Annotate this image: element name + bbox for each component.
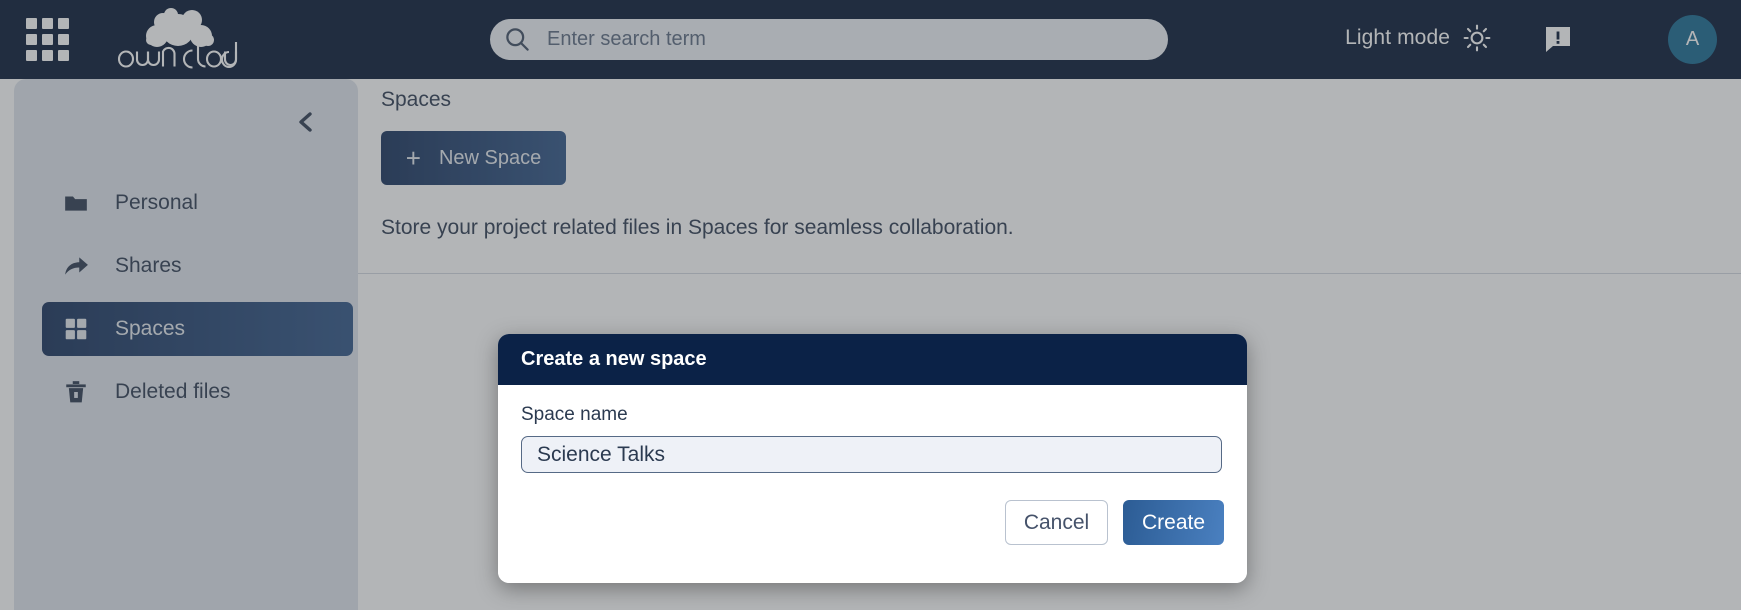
space-name-input[interactable]	[521, 436, 1222, 473]
cancel-button[interactable]: Cancel	[1005, 500, 1108, 545]
dialog-body: Space name Cancel Create	[498, 385, 1247, 583]
create-button[interactable]: Create	[1123, 500, 1224, 545]
create-space-dialog: Create a new space Space name Cancel Cre…	[498, 334, 1247, 583]
owncloud-app-window: Light mode	[0, 0, 1741, 610]
dialog-header: Create a new space	[498, 334, 1247, 385]
dialog-actions: Cancel Create	[1005, 500, 1224, 545]
dialog-title: Create a new space	[521, 348, 707, 370]
space-name-label: Space name	[521, 404, 628, 425]
